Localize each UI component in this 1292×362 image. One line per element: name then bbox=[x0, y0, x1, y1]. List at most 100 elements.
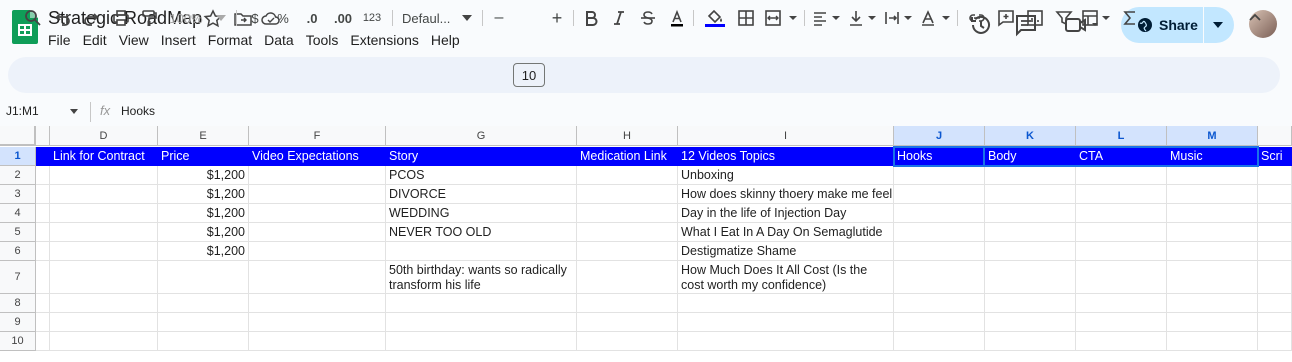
cell-i7[interactable]: How Much Does It All Cost (Is the cost w… bbox=[678, 261, 894, 294]
column-header-g[interactable]: G bbox=[386, 126, 577, 146]
header-cell-m[interactable]: Music bbox=[1167, 147, 1258, 166]
cell-f10[interactable] bbox=[249, 332, 386, 351]
cell-n4[interactable] bbox=[1258, 204, 1292, 223]
cell-m6[interactable] bbox=[1167, 242, 1258, 261]
cell-l5[interactable] bbox=[1076, 223, 1167, 242]
menu-help[interactable]: Help bbox=[425, 30, 466, 50]
cell-h8[interactable] bbox=[577, 294, 678, 313]
cell-i9[interactable] bbox=[678, 313, 894, 332]
cell-f6[interactable] bbox=[249, 242, 386, 261]
row-header[interactable]: 5 bbox=[0, 223, 36, 242]
cell-c8[interactable] bbox=[36, 294, 50, 313]
header-cell-j[interactable]: Hooks bbox=[894, 147, 985, 166]
row-header[interactable]: 6 bbox=[0, 242, 36, 261]
row-header[interactable]: 4 bbox=[0, 204, 36, 223]
cell-l10[interactable] bbox=[1076, 332, 1167, 351]
cell-m3[interactable] bbox=[1167, 185, 1258, 204]
zoom-select[interactable]: 100% bbox=[168, 7, 204, 29]
menu-view[interactable]: View bbox=[113, 30, 155, 50]
cell-i6[interactable]: Destigmatize Shame bbox=[678, 242, 894, 261]
italic-icon[interactable] bbox=[610, 7, 628, 29]
text-color-icon[interactable] bbox=[668, 7, 686, 29]
header-cell-k[interactable]: Body bbox=[985, 147, 1076, 166]
cell-k3[interactable] bbox=[985, 185, 1076, 204]
cell-c2[interactable] bbox=[36, 166, 50, 185]
cell-n9[interactable] bbox=[1258, 313, 1292, 332]
column-header-e[interactable]: E bbox=[158, 126, 249, 146]
cell-k2[interactable] bbox=[985, 166, 1076, 185]
cell-c3[interactable] bbox=[36, 185, 50, 204]
cell-e3[interactable]: $1,200 bbox=[158, 185, 249, 204]
insert-chart-icon[interactable] bbox=[1024, 7, 1046, 29]
cell-f9[interactable] bbox=[249, 313, 386, 332]
row-header[interactable]: 2 bbox=[0, 166, 36, 185]
cell-c10[interactable] bbox=[36, 332, 50, 351]
undo-icon[interactable] bbox=[52, 7, 74, 29]
print-icon[interactable] bbox=[110, 7, 132, 29]
cell-j7[interactable] bbox=[894, 261, 985, 294]
row-header[interactable]: 7 bbox=[0, 261, 36, 294]
cell-n10[interactable] bbox=[1258, 332, 1292, 351]
cell-e10[interactable] bbox=[158, 332, 249, 351]
cell-d7[interactable] bbox=[50, 261, 158, 294]
formula-input[interactable]: Hooks bbox=[121, 104, 155, 118]
cell-m10[interactable] bbox=[1167, 332, 1258, 351]
zoom-chevron-icon[interactable] bbox=[215, 7, 227, 29]
row-header[interactable]: 3 bbox=[0, 185, 36, 204]
chevron-down-icon[interactable] bbox=[1213, 22, 1223, 28]
cell-h3[interactable] bbox=[577, 185, 678, 204]
text-wrapping-icon[interactable] bbox=[884, 7, 914, 29]
cell-h9[interactable] bbox=[577, 313, 678, 332]
column-header-k[interactable]: K bbox=[985, 126, 1076, 146]
vertical-align-icon[interactable] bbox=[848, 7, 878, 29]
cell-j6[interactable] bbox=[894, 242, 985, 261]
cell-i4[interactable]: Day in the life of Injection Day bbox=[678, 204, 894, 223]
cell-g3[interactable]: DIVORCE bbox=[386, 185, 577, 204]
cell-g4[interactable]: WEDDING bbox=[386, 204, 577, 223]
cell-d4[interactable] bbox=[50, 204, 158, 223]
header-cell[interactable] bbox=[36, 147, 50, 166]
cell-g10[interactable] bbox=[386, 332, 577, 351]
cell-m8[interactable] bbox=[1167, 294, 1258, 313]
cell-e2[interactable]: $1,200 bbox=[158, 166, 249, 185]
cell-k4[interactable] bbox=[985, 204, 1076, 223]
fill-color-icon[interactable] bbox=[704, 7, 726, 29]
cell-d3[interactable] bbox=[50, 185, 158, 204]
header-cell-e[interactable]: Price bbox=[158, 147, 249, 166]
cell-m4[interactable] bbox=[1167, 204, 1258, 223]
font-select[interactable]: Defaul... bbox=[402, 7, 458, 29]
column-header-d[interactable]: D bbox=[50, 126, 158, 146]
column-header-j[interactable]: J bbox=[894, 126, 985, 146]
header-cell-i[interactable]: 12 Videos Topics bbox=[678, 147, 894, 166]
cell-n2[interactable] bbox=[1258, 166, 1292, 185]
cell-n8[interactable] bbox=[1258, 294, 1292, 313]
cell-l8[interactable] bbox=[1076, 294, 1167, 313]
column-header-i[interactable]: I bbox=[678, 126, 894, 146]
cell-n7[interactable] bbox=[1258, 261, 1292, 294]
cell-k7[interactable] bbox=[985, 261, 1076, 294]
cell-d9[interactable] bbox=[50, 313, 158, 332]
cell-k5[interactable] bbox=[985, 223, 1076, 242]
cell-d8[interactable] bbox=[50, 294, 158, 313]
cell-j3[interactable] bbox=[894, 185, 985, 204]
increase-decimal-button[interactable]: .00 bbox=[330, 7, 356, 29]
menu-tools[interactable]: Tools bbox=[300, 30, 345, 50]
column-header-n[interactable] bbox=[1258, 126, 1292, 146]
row-header[interactable]: 10 bbox=[0, 332, 36, 351]
number-format-button[interactable]: 123 bbox=[360, 7, 384, 29]
name-box-chevron-icon[interactable] bbox=[70, 109, 78, 114]
cell-h4[interactable] bbox=[577, 204, 678, 223]
cell-j10[interactable] bbox=[894, 332, 985, 351]
cell-i3[interactable]: How does skinny thoery make me feel bbox=[678, 185, 894, 204]
paint-format-icon[interactable] bbox=[138, 7, 160, 29]
cell-i10[interactable] bbox=[678, 332, 894, 351]
menu-extensions[interactable]: Extensions bbox=[344, 30, 424, 50]
cell-k6[interactable] bbox=[985, 242, 1076, 261]
cell-e9[interactable] bbox=[158, 313, 249, 332]
cell-c4[interactable] bbox=[36, 204, 50, 223]
header-cell-d[interactable]: Link for Contract bbox=[50, 147, 158, 166]
font-chevron-icon[interactable] bbox=[461, 7, 473, 29]
cell-l2[interactable] bbox=[1076, 166, 1167, 185]
percent-format-button[interactable]: % bbox=[274, 7, 292, 29]
cell-i2[interactable]: Unboxing bbox=[678, 166, 894, 185]
